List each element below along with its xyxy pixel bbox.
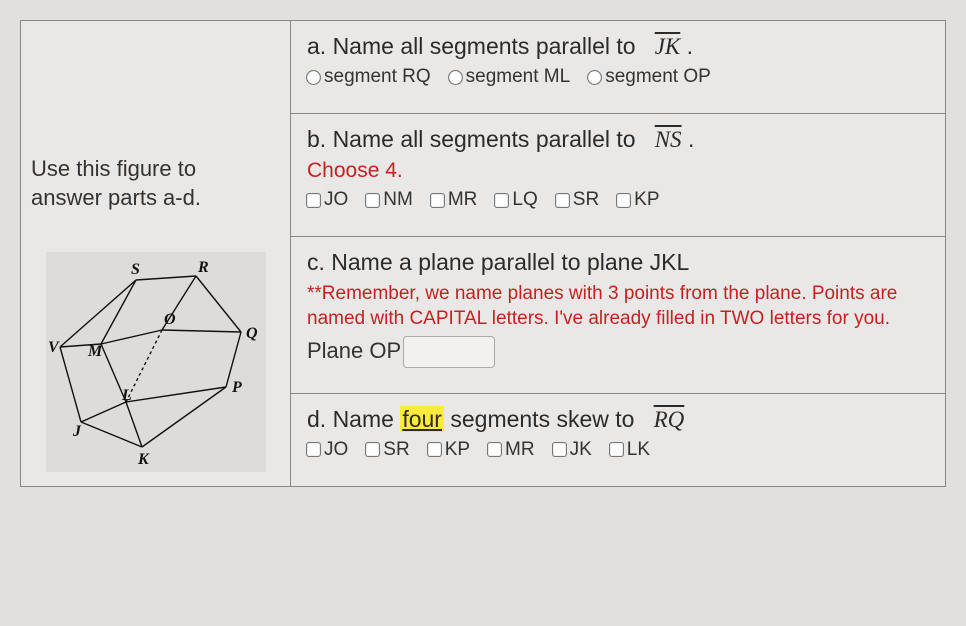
a-prefix: a. Name all segments parallel to — [307, 33, 642, 59]
cb-b-sr[interactable] — [555, 193, 570, 208]
instr-line2: answer parts a-d. — [31, 185, 201, 210]
opt-a-2: segment OP — [605, 66, 711, 88]
radio-segment-op[interactable]: segment OP — [588, 66, 711, 88]
checkbox-d-mr[interactable]: MR — [488, 439, 535, 461]
vertex-S: S — [131, 261, 140, 278]
part-c: c. Name a plane parallel to plane JKL **… — [291, 237, 945, 394]
part-a: a. Name all segments parallel to JK . se… — [291, 21, 945, 114]
checkbox-sr[interactable]: SR — [556, 189, 599, 211]
radio-input-rq[interactable] — [306, 70, 321, 85]
cb-d-sr[interactable] — [365, 443, 380, 458]
cb-b-kp[interactable] — [616, 193, 631, 208]
cb-d-kp[interactable] — [427, 443, 442, 458]
opt-d-3: MR — [505, 439, 535, 461]
vertex-K: K — [137, 451, 150, 468]
opt-d-4: JK — [570, 439, 592, 461]
checkbox-d-lk[interactable]: LK — [610, 439, 650, 461]
vertex-J: J — [72, 423, 82, 440]
opt-a-0: segment RQ — [324, 66, 431, 88]
part-c-prompt: c. Name a plane parallel to plane JKL — [307, 249, 929, 276]
cb-b-jo[interactable] — [306, 193, 321, 208]
part-a-prompt: a. Name all segments parallel to JK . — [307, 33, 929, 60]
opt-a-1: segment ML — [466, 66, 571, 88]
a-segment: JK — [655, 34, 681, 59]
checkbox-d-sr[interactable]: SR — [366, 439, 409, 461]
d-prefix: d. Name — [307, 406, 400, 432]
vertex-O: O — [164, 311, 176, 328]
d-suffix: segments skew to — [444, 406, 641, 432]
prism-svg: S R V M O Q J L P K — [46, 252, 266, 472]
figure-instruction: Use this figure to answer parts a-d. — [31, 155, 280, 212]
part-d: d. Name four segments skew to RQ JO SR K… — [291, 394, 945, 486]
part-d-choices: JO SR KP MR JK LK — [307, 439, 929, 461]
part-b-choices: JO NM MR LQ SR KP — [307, 189, 929, 211]
checkbox-nm[interactable]: NM — [366, 189, 413, 211]
vertex-Q: Q — [246, 325, 258, 342]
opt-b-4: SR — [573, 189, 599, 211]
plane-blank-input[interactable] — [403, 336, 495, 368]
opt-d-2: KP — [445, 439, 470, 461]
cb-b-nm[interactable] — [365, 193, 380, 208]
part-c-answer-row: Plane OP — [307, 336, 929, 368]
opt-b-3: LQ — [512, 189, 537, 211]
figure-cell: Use this figure to answer parts a-d. — [21, 21, 291, 486]
checkbox-lq[interactable]: LQ — [495, 189, 537, 211]
checkbox-d-jk[interactable]: JK — [553, 439, 592, 461]
cb-b-mr[interactable] — [430, 193, 445, 208]
d-highlight: four — [400, 406, 444, 432]
cb-d-mr[interactable] — [487, 443, 502, 458]
radio-segment-ml[interactable]: segment ML — [449, 66, 571, 88]
vertex-L: L — [121, 387, 132, 404]
radio-input-ml[interactable] — [448, 70, 463, 85]
cb-d-jk[interactable] — [552, 443, 567, 458]
checkbox-d-jo[interactable]: JO — [307, 439, 348, 461]
opt-b-0: JO — [324, 189, 348, 211]
cb-d-jo[interactable] — [306, 443, 321, 458]
vertex-R: R — [197, 259, 209, 276]
part-b: b. Name all segments parallel to NS . Ch… — [291, 114, 945, 237]
opt-b-1: NM — [383, 189, 413, 211]
opt-d-5: LK — [627, 439, 650, 461]
vertex-P: P — [231, 379, 242, 396]
vertex-M: M — [87, 343, 103, 360]
d-segment: RQ — [654, 407, 685, 432]
cb-b-lq[interactable] — [494, 193, 509, 208]
radio-input-op[interactable] — [587, 70, 602, 85]
opt-b-5: KP — [634, 189, 659, 211]
checkbox-kp[interactable]: KP — [617, 189, 659, 211]
checkbox-jo[interactable]: JO — [307, 189, 348, 211]
part-d-prompt: d. Name four segments skew to RQ — [307, 406, 929, 433]
worksheet-table: Use this figure to answer parts a-d. — [20, 20, 946, 487]
b-sub-instruction: Choose 4. — [307, 159, 929, 183]
c-answer-prefix: Plane OP — [307, 338, 401, 363]
part-b-prompt: b. Name all segments parallel to NS . — [307, 126, 929, 153]
geometry-figure: S R V M O Q J L P K — [46, 252, 266, 472]
part-a-choices: segment RQ segment ML segment OP — [307, 66, 929, 88]
opt-b-2: MR — [448, 189, 478, 211]
b-prefix: b. Name all segments parallel to — [307, 126, 642, 152]
cb-d-lk[interactable] — [609, 443, 624, 458]
b-segment: NS — [655, 127, 682, 152]
vertex-V: V — [48, 339, 60, 356]
checkbox-mr[interactable]: MR — [431, 189, 478, 211]
opt-d-1: SR — [383, 439, 409, 461]
radio-segment-rq[interactable]: segment RQ — [307, 66, 431, 88]
part-c-remember: **Remember, we name planes with 3 points… — [307, 282, 929, 331]
instr-line1: Use this figure to — [31, 156, 196, 181]
opt-d-0: JO — [324, 439, 348, 461]
checkbox-d-kp[interactable]: KP — [428, 439, 470, 461]
